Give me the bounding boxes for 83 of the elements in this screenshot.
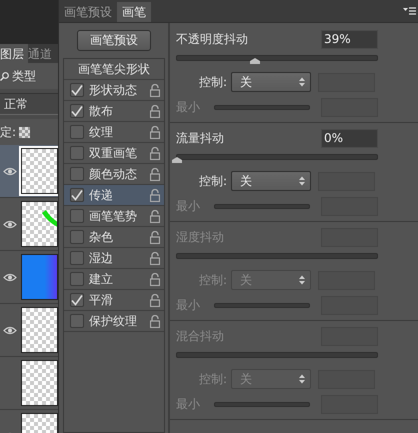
layer-row[interactable] — [0, 198, 58, 251]
spinner-arrows-icon — [299, 275, 305, 285]
checkbox[interactable] — [70, 188, 84, 202]
spinner-arrows-icon — [299, 77, 305, 87]
option-label[interactable]: 散布 — [89, 102, 145, 120]
setting-title: 流量抖动 — [176, 130, 224, 146]
lock-icon[interactable] — [150, 146, 160, 160]
setting-title: 混合抖动 — [176, 328, 224, 344]
lock-icon[interactable] — [150, 168, 160, 180]
minimum-label: 最小 — [176, 296, 201, 314]
list-header[interactable]: 画笔笔尖形状 — [64, 59, 164, 80]
option-label[interactable]: 平滑 — [89, 292, 145, 308]
control-label: 控制: — [198, 74, 228, 90]
lock-icon[interactable] — [150, 230, 160, 244]
option-label[interactable]: 保护纹理 — [89, 312, 145, 330]
setting-title: 湿度抖动 — [176, 228, 224, 246]
spinner-arrows-icon — [299, 176, 305, 186]
minimum-label: 最小 — [176, 396, 201, 412]
checkbox[interactable] — [70, 125, 84, 139]
search-icon — [0, 72, 9, 80]
option-label[interactable]: 建立 — [89, 270, 145, 288]
slider-track[interactable] — [214, 104, 310, 110]
checkbox[interactable] — [70, 167, 84, 181]
checkbox[interactable] — [70, 104, 84, 118]
option-label[interactable]: 形状动态 — [89, 82, 145, 98]
lock-icon[interactable] — [150, 210, 160, 222]
control-dropdown[interactable]: 关 — [231, 171, 311, 191]
spinner-arrows-icon — [299, 374, 305, 384]
brush-presets-button[interactable]: 画笔预设 — [77, 30, 151, 51]
lock-label: 定: — [0, 124, 16, 140]
checkbox[interactable] — [70, 230, 84, 244]
lock-icon[interactable] — [150, 252, 160, 264]
option-label[interactable]: 纹理 — [89, 124, 145, 140]
value-field[interactable]: 39% — [321, 30, 378, 48]
slider-track[interactable] — [176, 352, 378, 358]
lock-icon[interactable] — [150, 126, 160, 138]
eye-icon[interactable] — [2, 166, 17, 176]
slider-track[interactable] — [176, 253, 378, 259]
control-dropdown[interactable]: 关 — [231, 72, 311, 92]
slider-track[interactable] — [214, 402, 310, 406]
slider-track[interactable] — [214, 302, 310, 308]
eye-icon[interactable] — [2, 220, 17, 228]
checkbox[interactable] — [70, 251, 84, 265]
lock-icon[interactable] — [150, 84, 160, 96]
checkbox[interactable] — [70, 293, 84, 307]
option-label[interactable]: 湿边 — [89, 250, 145, 266]
option-label[interactable]: 杂色 — [89, 228, 145, 246]
layer-row[interactable] — [0, 145, 58, 198]
control-label: 控制: — [198, 272, 228, 288]
option-label[interactable]: 颜色动态 — [89, 166, 145, 182]
slider-thumb[interactable] — [172, 157, 182, 163]
blend-mode-dropdown[interactable]: 正常 — [0, 93, 58, 115]
lock-icon[interactable] — [150, 294, 160, 306]
minimum-label: 最小 — [176, 198, 201, 214]
checkbox[interactable] — [70, 146, 84, 160]
control-label: 控制: — [198, 370, 228, 388]
checkbox[interactable] — [70, 83, 84, 97]
control-label: 控制: — [198, 172, 228, 190]
checkbox[interactable] — [70, 272, 84, 286]
eye-icon[interactable] — [2, 272, 17, 282]
checkbox[interactable] — [70, 314, 84, 328]
lock-icon[interactable] — [150, 188, 160, 202]
option-label[interactable]: 双重画笔 — [89, 144, 145, 162]
panel-tab[interactable]: 画笔预设 — [59, 2, 117, 22]
setting-title: 不透明度抖动 — [176, 30, 248, 48]
lock-icon[interactable] — [150, 104, 160, 118]
lock-transparency-icon[interactable] — [19, 126, 30, 138]
panel-tab[interactable]: 画笔 — [117, 2, 151, 22]
lock-icon[interactable] — [150, 314, 160, 328]
panel-menu-icon[interactable] — [403, 7, 416, 15]
panel-tab[interactable]: 通道 — [28, 44, 56, 63]
panel-tab[interactable]: 图层 — [0, 44, 28, 63]
option-label[interactable]: 画笔笔势 — [89, 208, 145, 224]
lock-icon[interactable] — [150, 272, 160, 286]
slider-thumb[interactable] — [250, 58, 260, 64]
eye-icon[interactable] — [2, 326, 17, 334]
value-field[interactable]: 0% — [321, 128, 378, 148]
layer-row[interactable] — [0, 304, 58, 357]
layer-row[interactable] — [0, 357, 58, 410]
checkbox[interactable] — [70, 209, 84, 223]
minimum-label: 最小 — [176, 98, 201, 116]
slider-track[interactable] — [214, 204, 310, 208]
slider-track[interactable] — [176, 55, 378, 61]
